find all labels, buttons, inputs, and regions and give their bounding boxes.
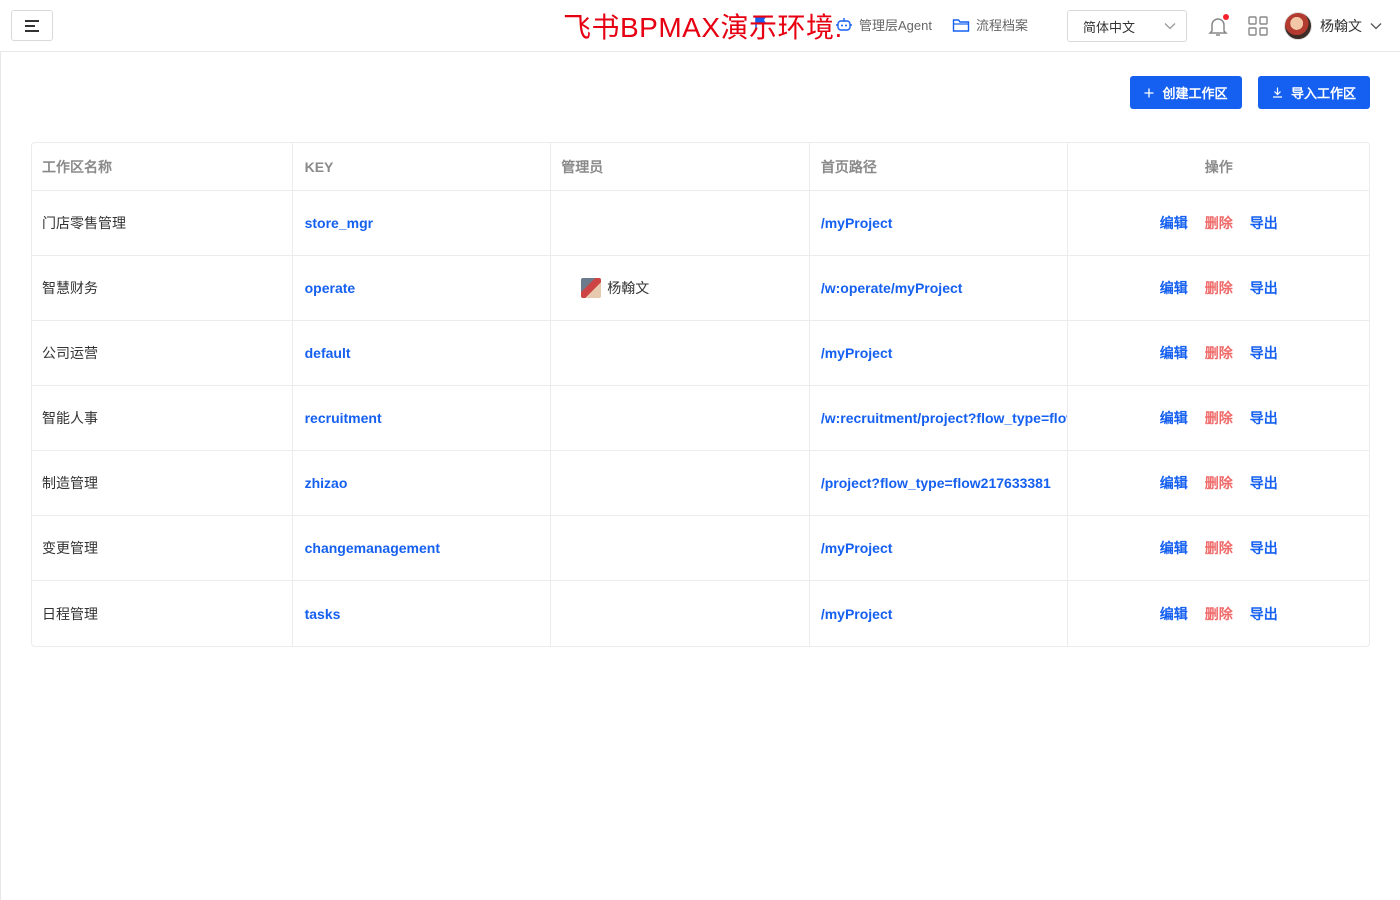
notification-dot [1223, 14, 1229, 20]
edit-button[interactable]: 编辑 [1160, 604, 1188, 624]
notification-button[interactable] [1206, 14, 1230, 38]
row-actions: 编辑 删除 导出 [1068, 256, 1369, 320]
import-workspace-label: 导入工作区 [1290, 86, 1356, 101]
plus-icon [1144, 88, 1154, 97]
export-button[interactable]: 导出 [1250, 213, 1278, 233]
workspace-name: 智能人事 [32, 386, 293, 450]
language-select[interactable]: 简体中文 [1067, 10, 1187, 42]
column-header-admin: 管理员 [551, 143, 810, 190]
workspace-path[interactable]: /myProject [810, 191, 1069, 255]
workspace-admin [551, 386, 810, 450]
workspace-name: 日程管理 [32, 581, 293, 646]
workspace-name: 智慧财务 [32, 256, 293, 320]
create-workspace-label: 创建工作区 [1162, 86, 1228, 101]
edit-button[interactable]: 编辑 [1160, 408, 1188, 428]
nav-label-archive: 流程档案 [976, 18, 1029, 33]
table-header: 工作区名称 KEY 管理员 首页路径 操作 [32, 143, 1369, 191]
workspace-name: 制造管理 [32, 451, 293, 515]
delete-button[interactable]: 删除 [1205, 278, 1233, 298]
workspace-key[interactable]: zhizao [293, 451, 552, 515]
avatar [581, 278, 602, 298]
table-row: 制造管理 zhizao /project?flow_type=flow21763… [32, 451, 1369, 516]
workspace-admin [551, 321, 810, 385]
avatar [1284, 12, 1312, 40]
workspace-admin: 杨翰文 [551, 256, 810, 320]
table-row: 智能人事 recruitment /w:recruitment/project?… [32, 386, 1369, 451]
folder-icon [952, 18, 970, 32]
chevron-down-icon [1164, 23, 1176, 30]
workspace-admin [551, 191, 810, 255]
delete-button[interactable]: 删除 [1205, 604, 1233, 624]
delete-button[interactable]: 删除 [1205, 473, 1233, 493]
apps-button[interactable] [1248, 16, 1268, 36]
delete-button[interactable]: 删除 [1205, 213, 1233, 233]
workspace-key[interactable]: operate [293, 256, 552, 320]
chevron-down-icon [1370, 23, 1382, 30]
workspace-key[interactable]: changemanagement [293, 516, 552, 580]
workspace-path[interactable]: /w:operate/myProject [810, 256, 1069, 320]
grid-icon [1248, 16, 1268, 36]
workspace-path[interactable]: /w:recruitment/project?flow_type=flow [810, 386, 1069, 450]
nav-label-agent: 管理层Agent [859, 18, 932, 33]
row-actions: 编辑 删除 导出 [1068, 321, 1369, 385]
workspace-path[interactable]: /project?flow_type=flow217633381 [810, 451, 1069, 515]
edit-button[interactable]: 编辑 [1160, 278, 1188, 298]
workspace-path[interactable]: /myProject [810, 321, 1069, 385]
language-value: 简体中文 [1083, 19, 1136, 35]
export-button[interactable]: 导出 [1250, 604, 1278, 624]
user-name: 杨翰文 [1320, 18, 1362, 34]
row-actions: 编辑 删除 导出 [1068, 516, 1369, 580]
row-actions: 编辑 删除 导出 [1068, 581, 1369, 646]
row-actions: 编辑 删除 导出 [1068, 386, 1369, 450]
table-row: 智慧财务 operate 杨翰文 /w:operate/myProject 编辑… [32, 256, 1369, 321]
top-bar: 飞书BPMAX演示环境. 管理层Agent 流程档案 简体中文 杨翰文 [0, 0, 1400, 52]
download-icon [1272, 87, 1282, 98]
nav-item-agent[interactable]: 管理层Agent [835, 15, 932, 34]
delete-button[interactable]: 删除 [1205, 408, 1233, 428]
workspace-admin [551, 451, 810, 515]
menu-icon [25, 19, 39, 32]
column-header-key: KEY [293, 143, 552, 190]
workspace-key[interactable]: default [293, 321, 552, 385]
export-button[interactable]: 导出 [1250, 538, 1278, 558]
export-button[interactable]: 导出 [1250, 473, 1278, 493]
column-header-path: 首页路径 [810, 143, 1069, 190]
edit-button[interactable]: 编辑 [1160, 343, 1188, 363]
table-row: 公司运营 default /myProject 编辑 删除 导出 [32, 321, 1369, 386]
workspace-key[interactable]: store_mgr [293, 191, 552, 255]
delete-button[interactable]: 删除 [1205, 343, 1233, 363]
delete-button[interactable]: 删除 [1205, 538, 1233, 558]
edit-button[interactable]: 编辑 [1160, 213, 1188, 233]
admin-name: 杨翰文 [607, 280, 650, 296]
edit-button[interactable]: 编辑 [1160, 473, 1188, 493]
export-button[interactable]: 导出 [1250, 343, 1278, 363]
table-row: 日程管理 tasks /myProject 编辑 删除 导出 [32, 581, 1369, 646]
user-menu[interactable]: 杨翰文 [1284, 12, 1382, 40]
workspace-name: 变更管理 [32, 516, 293, 580]
admin-chip: 杨翰文 [561, 278, 649, 298]
column-header-name: 工作区名称 [32, 143, 293, 190]
table-row: 变更管理 changemanagement /myProject 编辑 删除 导… [32, 516, 1369, 581]
export-button[interactable]: 导出 [1250, 278, 1278, 298]
workspace-path[interactable]: /myProject [810, 581, 1069, 646]
workspace-name: 公司运营 [32, 321, 293, 385]
menu-toggle-button[interactable] [11, 10, 53, 41]
watermark-text: 飞书BPMAX演示环境. [563, 12, 843, 43]
workspace-key[interactable]: recruitment [293, 386, 552, 450]
workspace-admin [551, 516, 810, 580]
table-row: 门店零售管理 store_mgr /myProject 编辑 删除 导出 [32, 191, 1369, 256]
edit-button[interactable]: 编辑 [1160, 538, 1188, 558]
import-workspace-button[interactable]: 导入工作区 [1258, 76, 1370, 109]
create-workspace-button[interactable]: 创建工作区 [1130, 76, 1242, 109]
workspace-table: 工作区名称 KEY 管理员 首页路径 操作 门店零售管理 store_mgr /… [31, 142, 1370, 647]
workspace-name: 门店零售管理 [32, 191, 293, 255]
column-header-actions: 操作 [1204, 158, 1233, 175]
export-button[interactable]: 导出 [1250, 408, 1278, 428]
nav-item-archive[interactable]: 流程档案 [952, 15, 1028, 34]
workspace-admin [551, 581, 810, 646]
workspace-key[interactable]: tasks [293, 581, 552, 646]
row-actions: 编辑 删除 导出 [1068, 451, 1369, 515]
row-actions: 编辑 删除 导出 [1068, 191, 1369, 255]
workspace-path[interactable]: /myProject [810, 516, 1069, 580]
